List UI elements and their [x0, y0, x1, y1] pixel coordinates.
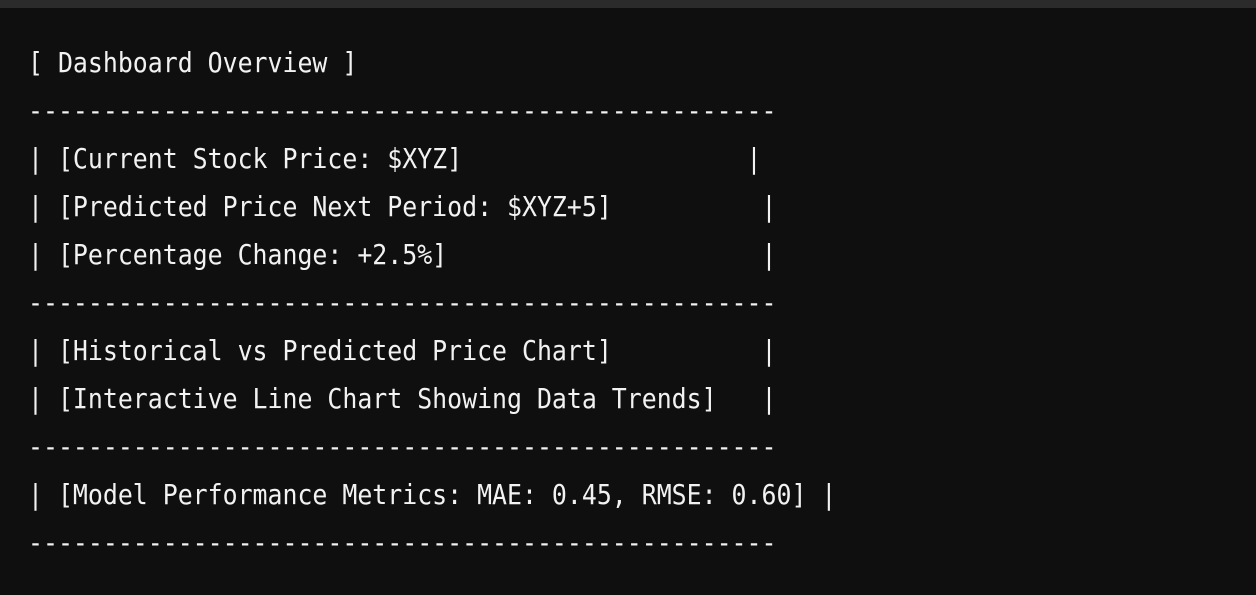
model-metrics-line: | [Model Performance Metrics: MAE: 0.45,… — [28, 478, 837, 511]
current-stock-price-line: | [Current Stock Price: $XYZ] | — [28, 142, 762, 175]
terminal-output: [ Dashboard Overview ] -----------------… — [0, 8, 1256, 595]
divider: ----------------------------------------… — [28, 526, 777, 559]
interactive-chart-line: | [Interactive Line Chart Showing Data T… — [28, 382, 777, 415]
percentage-change-line: | [Percentage Change: +2.5%] | — [28, 238, 777, 271]
window-top-bar — [0, 0, 1256, 8]
divider: ----------------------------------------… — [28, 94, 777, 127]
predicted-price-line: | [Predicted Price Next Period: $XYZ+5] … — [28, 190, 777, 223]
divider: ----------------------------------------… — [28, 286, 777, 319]
dashboard-title: [ Dashboard Overview ] — [28, 46, 358, 79]
price-chart-line: | [Historical vs Predicted Price Chart] … — [28, 334, 777, 367]
divider: ----------------------------------------… — [28, 430, 777, 463]
